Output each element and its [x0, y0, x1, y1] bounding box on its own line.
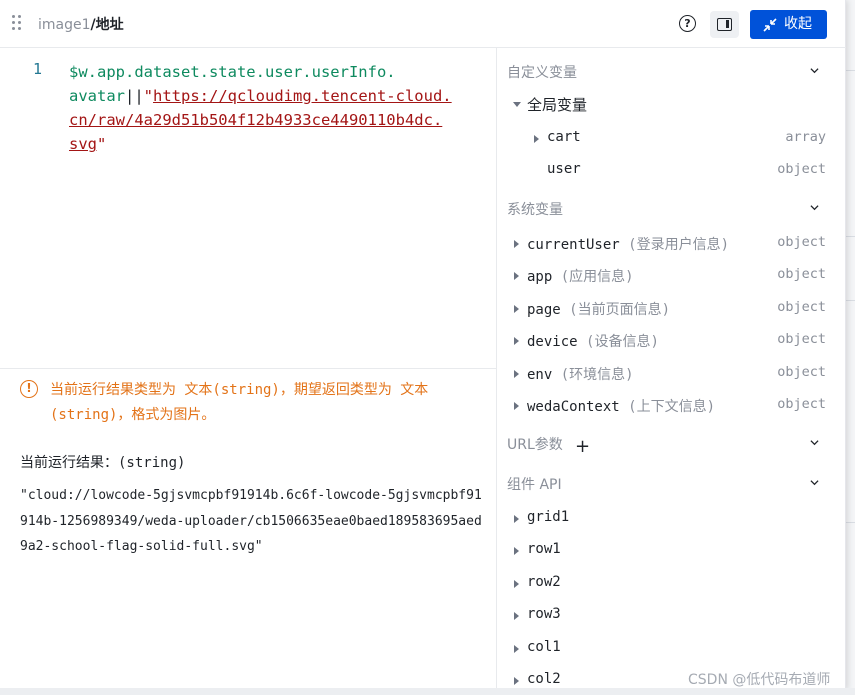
bottom-bar	[0, 688, 855, 695]
caret-right-icon[interactable]	[514, 337, 519, 345]
caret-right-icon[interactable]	[514, 645, 519, 653]
tree-item-label: grid1	[527, 509, 570, 525]
tree-item-label: row3	[527, 606, 561, 622]
type-label: object	[777, 396, 826, 412]
tree-item-app[interactable]: app (应用信息) object	[497, 261, 846, 291]
tree-item-col1[interactable]: col1	[497, 634, 846, 664]
caret-right-icon[interactable]	[534, 135, 539, 143]
chevron-down-icon[interactable]	[810, 478, 819, 487]
caret-right-icon[interactable]	[514, 370, 519, 378]
code-operator: ||	[125, 87, 144, 105]
tree-item-label: device (设备信息)	[527, 334, 659, 350]
caret-right-icon[interactable]	[514, 612, 519, 620]
tree-item-label: app (应用信息)	[527, 269, 634, 285]
caret-right-icon[interactable]	[514, 402, 519, 410]
type-label: object	[777, 161, 826, 177]
background-divider	[846, 70, 855, 71]
tree-item-label: page (当前页面信息)	[527, 302, 671, 318]
panel-header: image1/地址 ? 收起	[0, 0, 846, 48]
type-label: object	[777, 331, 826, 347]
result-label: 当前运行结果：(string)	[20, 455, 186, 471]
caret-right-icon[interactable]	[514, 305, 519, 313]
code-url: https://qcloudimg.tencent-cloud.	[153, 87, 452, 105]
tree-item-label: user	[547, 161, 581, 177]
background-app-strip	[846, 0, 855, 695]
tree-item-env[interactable]: env (环境信息) object	[497, 359, 846, 389]
tree-item-weda-context[interactable]: wedaContext (上下文信息) object	[497, 391, 846, 421]
tree-item-label: col1	[527, 639, 561, 655]
tree-item-global-vars[interactable]: 全局变量	[497, 90, 846, 120]
code-url: cn/raw/4a29d51b504f12b4933ce4490110b4dc.	[69, 111, 443, 129]
warning-circle-icon: !	[20, 380, 38, 398]
tree-item-device[interactable]: device (设备信息) object	[497, 326, 846, 356]
custom-vars-title[interactable]: 自定义变量	[507, 62, 577, 82]
code-variable: $w.app.dataset.state.user.userInfo.	[69, 63, 396, 81]
panel-toggle-button[interactable]	[710, 11, 739, 38]
type-label: object	[777, 299, 826, 315]
code-editor[interactable]: 1 $w.app.dataset.state.user.userInfo. av…	[0, 48, 496, 368]
background-divider	[846, 522, 855, 523]
type-label: object	[777, 234, 826, 250]
caret-right-icon[interactable]	[514, 515, 519, 523]
tree-item-label: currentUser (登录用户信息)	[527, 237, 730, 253]
chevron-down-icon[interactable]	[810, 203, 819, 212]
watermark: CSDN @低代码布道师	[688, 672, 831, 688]
warning-message: 当前运行结果类型为 文本(string)，期望返回类型为 文本(string)，…	[50, 382, 429, 423]
caret-right-icon[interactable]	[514, 240, 519, 248]
tree-item-label: cart	[547, 129, 581, 145]
caret-down-icon[interactable]	[513, 102, 521, 107]
breadcrumb-parent: image1	[38, 17, 91, 33]
collapse-label: 收起	[784, 16, 812, 32]
chevron-down-icon[interactable]	[810, 438, 819, 447]
type-label: array	[785, 129, 826, 145]
panel-toggle-icon	[717, 18, 732, 31]
type-label: object	[777, 266, 826, 282]
tree-item-grid1[interactable]: grid1	[497, 504, 846, 534]
line-number: 1	[33, 60, 43, 78]
code-content[interactable]: $w.app.dataset.state.user.userInfo. avat…	[69, 60, 452, 156]
expression-editor-panel: image1/地址 ? 收起 1 $w.app.dataset.state.us…	[0, 0, 846, 690]
tree-item-label: row2	[527, 574, 561, 590]
breadcrumb: image1/地址	[38, 14, 124, 34]
background-divider	[846, 236, 855, 237]
system-vars-title[interactable]: 系统变量	[507, 199, 563, 219]
tree-item-page[interactable]: page (当前页面信息) object	[497, 294, 846, 324]
tree-item-row3[interactable]: row3	[497, 601, 846, 631]
collapse-button[interactable]: 收起	[750, 10, 827, 39]
component-api-title[interactable]: 组件 API	[507, 474, 562, 494]
tree-item-row1[interactable]: row1	[497, 536, 846, 566]
collapse-icon	[763, 18, 777, 32]
variables-sidebar: 自定义变量 全局变量 cart array user object 系统变量 c…	[497, 48, 846, 690]
caret-right-icon[interactable]	[514, 580, 519, 588]
tree-item-label: 全局变量	[527, 96, 588, 114]
tree-item-current-user[interactable]: currentUser (登录用户信息) object	[497, 229, 846, 259]
result-value: "cloud://lowcode-5gjsvmcpbf91914b.6c6f-l…	[20, 488, 482, 554]
code-variable: avatar	[69, 87, 125, 105]
drag-handle-icon[interactable]	[12, 15, 24, 33]
tree-item-label: col2	[527, 671, 561, 687]
caret-right-icon[interactable]	[514, 272, 519, 280]
url-params-title[interactable]: URL参数 +	[507, 434, 590, 457]
caret-right-icon[interactable]	[514, 547, 519, 555]
code-quote: "	[97, 135, 107, 153]
code-url: svg	[69, 135, 97, 153]
type-label: object	[777, 364, 826, 380]
plus-icon[interactable]: +	[575, 436, 590, 457]
tree-item-label: wedaContext (上下文信息)	[527, 399, 716, 415]
help-circle-icon[interactable]: ?	[679, 15, 696, 32]
tree-item-label: env (环境信息)	[527, 367, 634, 383]
tree-item-user[interactable]: user object	[497, 156, 846, 186]
background-divider	[846, 300, 855, 301]
code-quote: "	[143, 87, 154, 105]
breadcrumb-current: /地址	[90, 17, 124, 33]
editor-divider	[0, 368, 496, 369]
chevron-down-icon[interactable]	[810, 66, 819, 75]
tree-item-row2[interactable]: row2	[497, 569, 846, 599]
tree-item-cart[interactable]: cart array	[497, 124, 846, 154]
caret-right-icon[interactable]	[514, 677, 519, 685]
tree-item-label: row1	[527, 541, 561, 557]
